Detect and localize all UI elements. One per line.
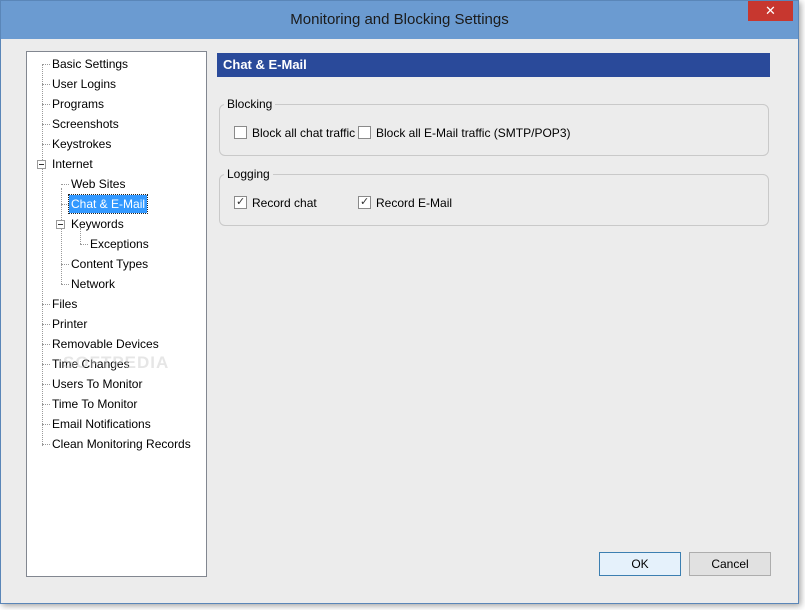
logging-group: Logging Record chat Record E-Mail — [219, 167, 769, 226]
tree-line — [42, 404, 50, 405]
block-email-label: Block all E-Mail traffic (SMTP/POP3) — [376, 126, 571, 140]
tree-line — [42, 424, 50, 425]
block-chat-checkbox[interactable]: Block all chat traffic — [234, 125, 355, 141]
checkbox-box[interactable] — [234, 194, 247, 210]
tree-item-time-to-monitor[interactable]: Time To Monitor — [50, 395, 139, 413]
tree-item-exceptions[interactable]: Exceptions — [88, 235, 151, 253]
tree-line — [61, 204, 69, 205]
tree-item-clean-monitoring-records[interactable]: Clean Monitoring Records — [50, 435, 193, 453]
panel-title: Chat & E-Mail — [217, 53, 770, 77]
tree-line — [42, 104, 50, 105]
block-email-checkbox[interactable]: Block all E-Mail traffic (SMTP/POP3) — [358, 125, 570, 141]
logging-group-label: Logging — [224, 167, 273, 181]
ok-button[interactable]: OK — [599, 552, 681, 576]
collapse-icon[interactable] — [56, 220, 65, 229]
watermark: SOFTPEDIA — [63, 353, 170, 372]
tree-line — [42, 64, 43, 446]
tree-line — [42, 304, 50, 305]
close-button[interactable]: ✕ — [748, 1, 793, 21]
tree-item-files[interactable]: Files — [50, 295, 79, 313]
title-bar[interactable]: Monitoring and Blocking Settings ✕ — [1, 1, 798, 39]
tree-item-content-types[interactable]: Content Types — [69, 255, 150, 273]
blocking-group-label: Blocking — [224, 97, 276, 111]
settings-tree[interactable]: Basic Settings User Logins Programs Scre… — [26, 51, 207, 577]
checkbox-box[interactable] — [234, 126, 247, 139]
blocking-group: Blocking Block all chat traffic Block al… — [219, 97, 769, 156]
tree-line — [42, 324, 50, 325]
tree-line — [42, 124, 50, 125]
block-chat-label: Block all chat traffic — [252, 126, 356, 140]
tree-line — [61, 188, 62, 284]
window-title: Monitoring and Blocking Settings — [290, 11, 509, 28]
collapse-icon[interactable] — [37, 160, 46, 169]
tree-line — [42, 364, 50, 365]
record-chat-checkbox[interactable]: Record chat — [234, 194, 317, 211]
tree-line — [42, 84, 50, 85]
tree-item-user-logins[interactable]: User Logins — [50, 75, 118, 93]
tree-line — [61, 184, 69, 185]
record-email-checkbox[interactable]: Record E-Mail — [358, 194, 453, 211]
tree-item-keywords[interactable]: Keywords — [69, 215, 126, 233]
checkbox-box[interactable] — [358, 194, 371, 210]
tree-line — [61, 284, 69, 285]
tree-line — [42, 64, 50, 65]
tree-item-web-sites[interactable]: Web Sites — [69, 175, 127, 193]
cancel-button[interactable]: Cancel — [689, 552, 771, 576]
tree-item-chat-email[interactable]: Chat & E-Mail — [67, 194, 149, 214]
tree-line — [42, 144, 50, 145]
tree-item-printer[interactable]: Printer — [50, 315, 89, 333]
tree-item-network[interactable]: Network — [69, 275, 117, 293]
tree-item-email-notifications[interactable]: Email Notifications — [50, 415, 153, 433]
tree-item-screenshots[interactable]: Screenshots — [50, 115, 121, 133]
tree-line — [42, 344, 50, 345]
tree-line — [61, 264, 69, 265]
close-icon: ✕ — [765, 3, 776, 18]
tree-line — [80, 244, 88, 245]
tree-item-removable-devices[interactable]: Removable Devices — [50, 335, 161, 353]
tree-line — [42, 384, 50, 385]
tree-item-keystrokes[interactable]: Keystrokes — [50, 135, 113, 153]
settings-window: Monitoring and Blocking Settings ✕ Basic… — [0, 0, 799, 604]
record-email-label: Record E-Mail — [376, 196, 453, 210]
tree-line — [42, 444, 50, 445]
tree-item-users-to-monitor[interactable]: Users To Monitor — [50, 375, 144, 393]
tree-item-internet[interactable]: Internet — [50, 155, 95, 173]
record-chat-label: Record chat — [252, 196, 317, 210]
checkbox-box[interactable] — [358, 126, 371, 139]
tree-item-programs[interactable]: Programs — [50, 95, 106, 113]
tree-item-basic-settings[interactable]: Basic Settings — [50, 55, 130, 73]
